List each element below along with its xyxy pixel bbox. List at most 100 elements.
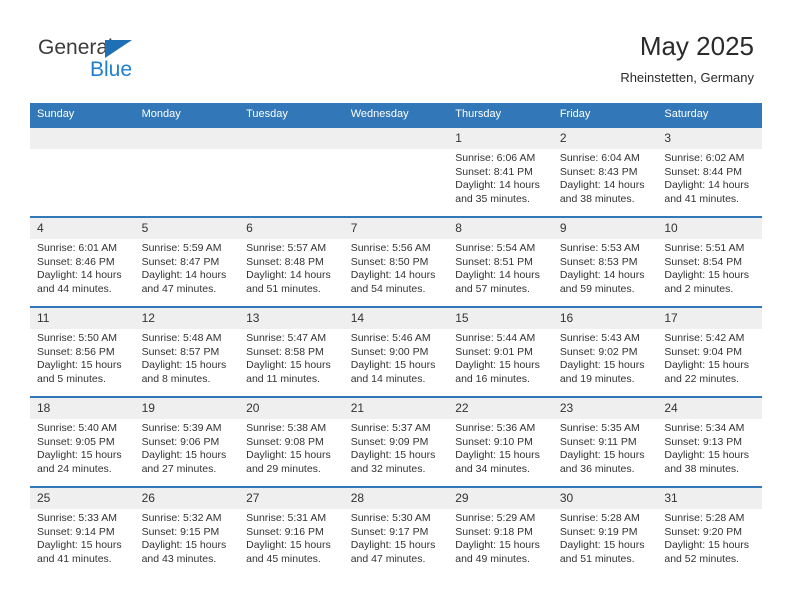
calendar-day-cell[interactable]: 8 Sunrise: 5:54 AM Sunset: 8:51 PM Daylight…: [448, 216, 553, 307]
sunrise-time: Sunrise: 5:44 AM: [455, 332, 536, 344]
calendar-day-cell[interactable]: 13 Sunrise: 5:47 AM Sunset: 8:58 PM Dayligh…: [239, 306, 344, 397]
sunset-time: Sunset: 8:53 PM: [559, 255, 638, 268]
daylight-duration-line2: and 47 minutes.: [141, 282, 217, 295]
sunrise-time: Sunrise: 5:32 AM: [141, 512, 222, 524]
sunset-time: Sunset: 8:44 PM: [664, 165, 743, 178]
sunrise-time: Sunrise: 5:57 AM: [246, 242, 327, 254]
day-number: 9: [552, 218, 658, 239]
calendar-week-row: 4 Sunrise: 6:01 AM Sunset: 8:46 PM Daylight…: [30, 216, 762, 307]
day-sun-info: Sunrise: 5:48 AM Sunset: 8:57 PM Daylight:…: [135, 329, 240, 386]
sunrise-time: Sunrise: 5:38 AM: [246, 422, 327, 434]
day-sun-info: Sunrise: 5:28 AM Sunset: 9:20 PM Daylight:…: [657, 509, 762, 566]
daylight-duration-line2: and 45 minutes.: [246, 552, 321, 565]
generalblue-logo[interactable]: General Blue: [38, 36, 218, 88]
day-number: 14: [343, 308, 449, 329]
calendar-day-cell[interactable]: 23 Sunrise: 5:35 AM Sunset: 9:11 PM Dayligh…: [552, 396, 658, 487]
calendar-day-cell[interactable]: 15 Sunrise: 5:44 AM Sunset: 9:01 PM Dayligh…: [448, 306, 553, 397]
calendar-day-cell[interactable]: 27 Sunrise: 5:31 AM Sunset: 9:16 PM Dayligh…: [239, 486, 344, 576]
day-number: 29: [448, 488, 553, 509]
calendar-day-cell[interactable]: 25 Sunrise: 5:33 AM Sunset: 9:14 PM Dayligh…: [30, 486, 135, 576]
calendar-day-cell[interactable]: 17 Sunrise: 5:42 AM Sunset: 9:04 PM Dayligh…: [657, 306, 762, 397]
sunrise-time: Sunrise: 5:40 AM: [37, 422, 117, 434]
calendar-day-cell[interactable]: 26 Sunrise: 5:32 AM Sunset: 9:15 PM Dayligh…: [134, 486, 240, 576]
sunset-time: Sunset: 8:46 PM: [37, 255, 115, 268]
day-sun-info: Sunrise: 5:50 AM Sunset: 8:56 PM Daylight:…: [30, 329, 135, 386]
calendar-day-cell[interactable]: 16 Sunrise: 5:43 AM Sunset: 9:02 PM Dayligh…: [552, 306, 658, 397]
calendar-day-cell[interactable]: 4 Sunrise: 6:01 AM Sunset: 8:46 PM Daylight…: [30, 216, 135, 307]
daylight-duration-line1: Daylight: 15 hours: [455, 539, 540, 551]
calendar-day-cell[interactable]: 14 Sunrise: 5:46 AM Sunset: 9:00 PM Dayligh…: [343, 306, 449, 397]
calendar-day-cell[interactable]: 6 Sunrise: 5:57 AM Sunset: 8:48 PM Daylight…: [239, 216, 344, 307]
daylight-duration-line2: and 16 minutes.: [455, 372, 530, 385]
calendar-day-cell[interactable]: 24 Sunrise: 5:34 AM Sunset: 9:13 PM Dayligh…: [657, 396, 762, 487]
daylight-duration-line1: Daylight: 15 hours: [246, 359, 331, 371]
day-number: 25: [30, 488, 135, 509]
calendar-day-cell[interactable]: 31 Sunrise: 5:28 AM Sunset: 9:20 PM Dayligh…: [657, 486, 762, 576]
day-number: 30: [552, 488, 658, 509]
calendar-day-cell[interactable]: 22 Sunrise: 5:36 AM Sunset: 9:10 PM Dayligh…: [448, 396, 553, 487]
sunset-time: Sunset: 8:57 PM: [141, 345, 220, 358]
sunset-time: Sunset: 8:54 PM: [664, 255, 743, 268]
daylight-duration-line1: Daylight: 14 hours: [455, 179, 540, 191]
daylight-duration-line2: and 29 minutes.: [246, 462, 321, 475]
daylight-duration-line2: and 19 minutes.: [559, 372, 635, 385]
calendar-day-cell[interactable]: 7 Sunrise: 5:56 AM Sunset: 8:50 PM Daylight…: [343, 216, 449, 307]
sunset-time: Sunset: 8:41 PM: [455, 165, 533, 178]
day-sun-info: Sunrise: 5:42 AM Sunset: 9:04 PM Daylight:…: [657, 329, 762, 386]
day-number: [239, 128, 344, 149]
calendar-day-cell[interactable]: 29 Sunrise: 5:29 AM Sunset: 9:18 PM Dayligh…: [448, 486, 553, 576]
daylight-duration-line1: Daylight: 14 hours: [37, 269, 122, 281]
sunset-time: Sunset: 9:00 PM: [350, 345, 429, 358]
calendar-day-cell[interactable]: 3 Sunrise: 6:02 AM Sunset: 8:44 PM Daylight…: [657, 126, 762, 217]
sunset-time: Sunset: 9:01 PM: [455, 345, 533, 358]
sunset-time: Sunset: 8:48 PM: [246, 255, 324, 268]
calendar-day-cell[interactable]: 19 Sunrise: 5:39 AM Sunset: 9:06 PM Dayligh…: [134, 396, 240, 487]
day-number: 16: [552, 308, 658, 329]
daylight-duration-line1: Daylight: 14 hours: [455, 269, 540, 281]
day-sun-info: Sunrise: 5:34 AM Sunset: 9:13 PM Daylight:…: [657, 419, 762, 476]
day-number: 13: [239, 308, 344, 329]
logo-text-general: General: [38, 36, 113, 59]
sunset-time: Sunset: 9:16 PM: [246, 525, 324, 538]
day-sun-info: Sunrise: 5:40 AM Sunset: 9:05 PM Daylight:…: [30, 419, 135, 476]
calendar-day-cell[interactable]: 12 Sunrise: 5:48 AM Sunset: 8:57 PM Dayligh…: [134, 306, 240, 397]
page-title: May 2025: [639, 31, 754, 61]
day-sun-info: Sunrise: 5:51 AM Sunset: 8:54 PM Daylight:…: [657, 239, 762, 296]
sunrise-time: Sunrise: 6:01 AM: [37, 242, 117, 254]
day-number: [30, 128, 135, 149]
sunrise-time: Sunrise: 6:04 AM: [559, 152, 640, 164]
day-number: 31: [657, 488, 762, 509]
weekday-header-tuesday: Tuesday: [239, 103, 344, 127]
sunrise-time: Sunrise: 5:34 AM: [664, 422, 745, 434]
day-number: 12: [134, 308, 240, 329]
sunrise-time: Sunrise: 5:29 AM: [455, 512, 536, 524]
sunset-time: Sunset: 9:05 PM: [37, 435, 115, 448]
calendar-day-cell[interactable]: 18 Sunrise: 5:40 AM Sunset: 9:05 PM Dayligh…: [30, 396, 135, 487]
sunset-time: Sunset: 9:20 PM: [664, 525, 743, 538]
sunrise-time: Sunrise: 5:56 AM: [350, 242, 431, 254]
calendar-day-cell[interactable]: 30 Sunrise: 5:28 AM Sunset: 9:19 PM Dayligh…: [552, 486, 658, 576]
calendar-day-cell[interactable]: 21 Sunrise: 5:37 AM Sunset: 9:09 PM Dayligh…: [343, 396, 449, 487]
weekday-header-sunday: Sunday: [30, 103, 135, 127]
calendar-day-cell[interactable]: 5 Sunrise: 5:59 AM Sunset: 8:47 PM Daylight…: [134, 216, 240, 307]
calendar-day-cell[interactable]: 10 Sunrise: 5:51 AM Sunset: 8:54 PM Dayligh…: [657, 216, 762, 307]
calendar-day-cell[interactable]: 9 Sunrise: 5:53 AM Sunset: 8:53 PM Daylight…: [552, 216, 658, 307]
day-sun-info: Sunrise: 5:54 AM Sunset: 8:51 PM Daylight:…: [448, 239, 553, 296]
calendar-day-cell[interactable]: 11 Sunrise: 5:50 AM Sunset: 8:56 PM Dayligh…: [30, 306, 135, 397]
daylight-duration-line1: Daylight: 15 hours: [664, 269, 750, 281]
daylight-duration-line1: Daylight: 15 hours: [141, 449, 227, 461]
sunset-time: Sunset: 9:10 PM: [455, 435, 533, 448]
sunrise-time: Sunrise: 5:43 AM: [559, 332, 640, 344]
logo-triangle-icon: [105, 40, 132, 58]
calendar-day-cell[interactable]: 28 Sunrise: 5:30 AM Sunset: 9:17 PM Dayligh…: [343, 486, 449, 576]
daylight-duration-line1: Daylight: 15 hours: [246, 539, 331, 551]
calendar-day-cell[interactable]: 1 Sunrise: 6:06 AM Sunset: 8:41 PM Daylight…: [448, 126, 553, 217]
day-sun-info: Sunrise: 5:44 AM Sunset: 9:01 PM Daylight:…: [448, 329, 553, 386]
day-sun-info: Sunrise: 5:28 AM Sunset: 9:19 PM Daylight:…: [553, 509, 658, 566]
calendar-day-cell[interactable]: 2 Sunrise: 6:04 AM Sunset: 8:43 PM Daylight…: [552, 126, 658, 217]
calendar-day-cell[interactable]: 20 Sunrise: 5:38 AM Sunset: 9:08 PM Dayligh…: [239, 396, 344, 487]
daylight-duration-line2: and 52 minutes.: [664, 552, 740, 565]
day-sun-info: Sunrise: 5:36 AM Sunset: 9:10 PM Daylight:…: [448, 419, 553, 476]
daylight-duration-line2: and 38 minutes.: [664, 462, 740, 475]
day-sun-info: Sunrise: 6:06 AM Sunset: 8:41 PM Daylight:…: [448, 149, 553, 206]
